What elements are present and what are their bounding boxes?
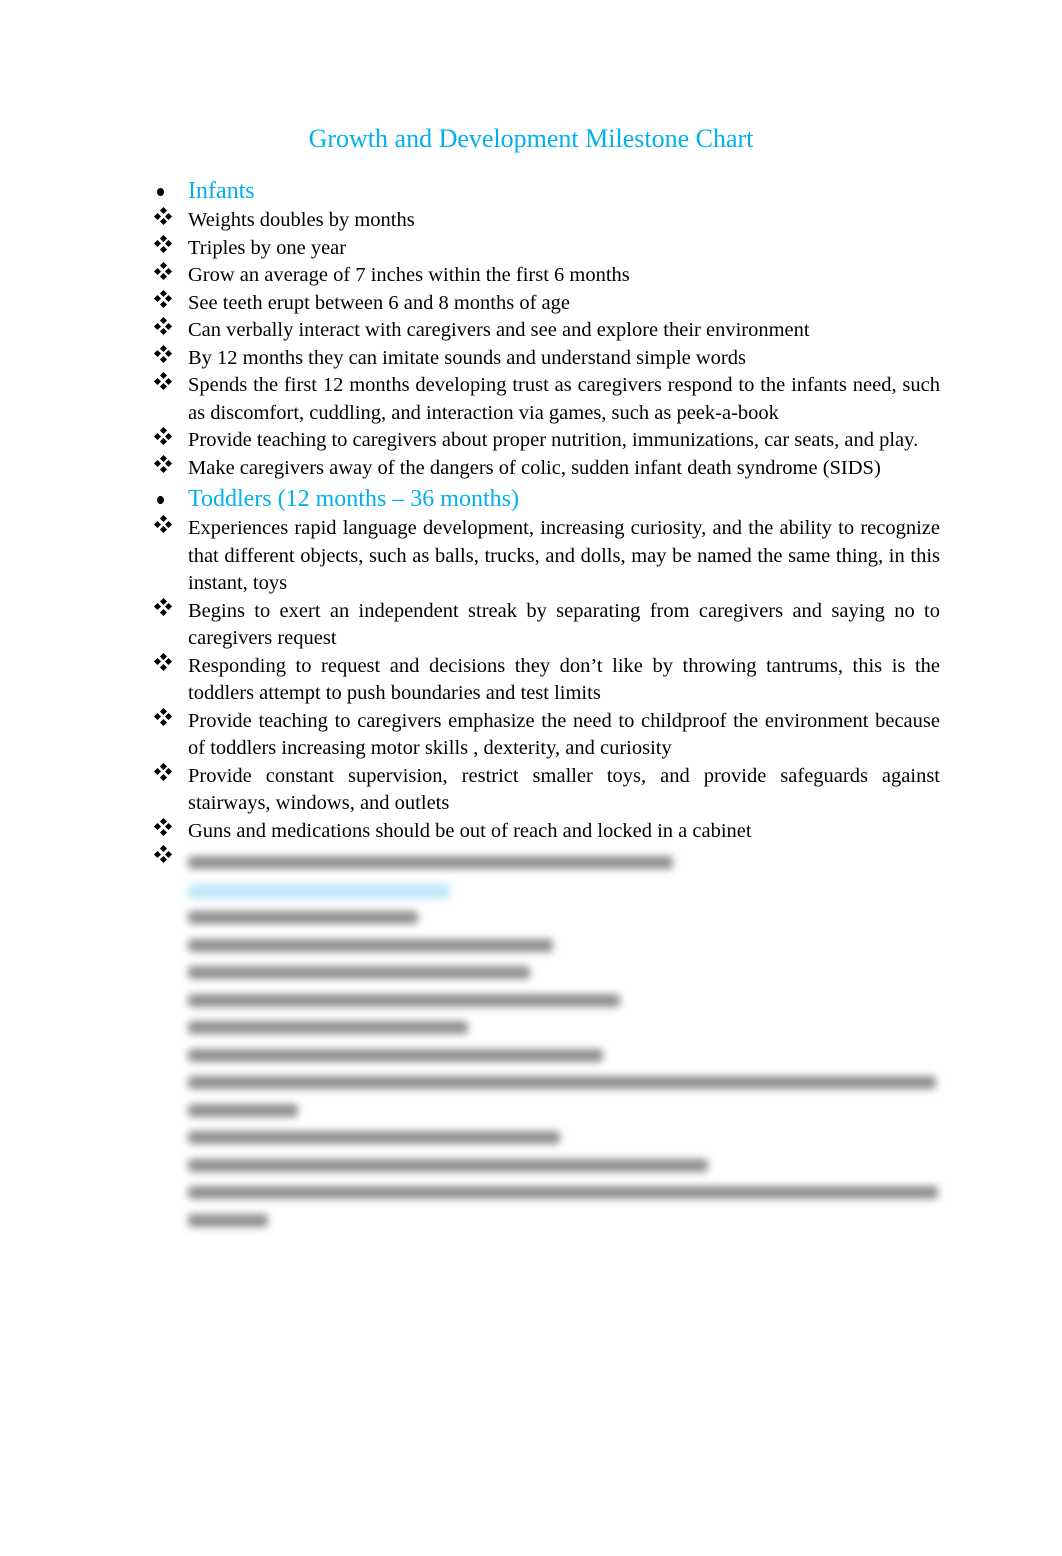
list-item-text: Grow an average of 7 inches within the f… bbox=[188, 264, 630, 286]
section-heading-label: Infants bbox=[188, 178, 255, 204]
diamond-bullet-icon bbox=[153, 454, 177, 483]
list-item-text: Responding to request and decisions they… bbox=[188, 654, 940, 705]
list-item: Provide teaching to caregivers about pro… bbox=[153, 426, 940, 455]
list-item: Provide teaching to caregivers emphasize… bbox=[153, 707, 940, 763]
blurred-line bbox=[155, 1206, 940, 1234]
section-heading-toddlers: Toddlers (12 months – 36 months) bbox=[155, 484, 940, 515]
bullet-dot-icon bbox=[157, 496, 164, 504]
document-page: Growth and Development Milestone Chart I… bbox=[0, 0, 1062, 1556]
blurred-line bbox=[155, 986, 940, 1014]
list-item-text: Triples by one year bbox=[188, 236, 347, 259]
diamond-bullet-icon bbox=[153, 817, 177, 846]
diamond-bullet-icon bbox=[153, 597, 177, 626]
list-item: Spends the first 12 months developing tr… bbox=[153, 371, 940, 427]
diamond-bullet-icon bbox=[153, 514, 177, 543]
diamond-bullet-icon bbox=[153, 316, 177, 345]
diamond-bullet-icon bbox=[153, 344, 177, 373]
list-item: Guns and medications should be out of re… bbox=[153, 817, 940, 846]
diamond-bullet-icon bbox=[153, 707, 177, 736]
document-title: Growth and Development Milestone Chart bbox=[308, 124, 754, 153]
list-item-text: Begins to exert an independent streak by… bbox=[188, 599, 940, 650]
list-item: Grow an average of 7 inches within the f… bbox=[153, 261, 940, 290]
list-item-text: Spends the first 12 months developing tr… bbox=[188, 374, 940, 424]
section-heading-infants: Infants bbox=[155, 176, 940, 207]
blurred-line bbox=[155, 1096, 940, 1124]
list-item: Triples by one year bbox=[153, 234, 940, 263]
blurred-line bbox=[155, 958, 940, 986]
diamond-bullet-icon bbox=[153, 371, 177, 400]
blurred-line bbox=[155, 903, 940, 931]
diamond-bullet-icon bbox=[153, 426, 177, 455]
blurred-content bbox=[155, 848, 940, 1233]
section-heading-label: Toddlers (12 months – 36 months) bbox=[188, 486, 519, 512]
list-item-text: Provide teaching to caregivers emphasize… bbox=[188, 709, 940, 760]
list-item: Responding to request and decisions they… bbox=[153, 652, 940, 708]
list-item-text: Provide teaching to caregivers about pro… bbox=[188, 429, 919, 451]
blurred-line bbox=[155, 1123, 940, 1151]
blurred-line bbox=[155, 1068, 940, 1096]
list-item-text: Experiences rapid language development, … bbox=[188, 517, 940, 594]
diamond-bullet-icon bbox=[153, 762, 177, 791]
list-item: Make caregivers away of the dangers of c… bbox=[153, 454, 940, 483]
list-item-text: Guns and medications should be out of re… bbox=[188, 819, 752, 842]
list-item: See teeth erupt between 6 and 8 months o… bbox=[153, 289, 940, 318]
blurred-line bbox=[155, 848, 940, 876]
diamond-bullet-icon bbox=[153, 261, 177, 290]
list-item: Provide constant supervision, restrict s… bbox=[153, 762, 940, 818]
diamond-bullet-icon bbox=[153, 234, 177, 263]
list-item-text: By 12 months they can imitate sounds and… bbox=[188, 346, 746, 369]
blurred-line bbox=[155, 1013, 940, 1041]
bullet-dot-icon bbox=[157, 188, 164, 196]
diamond-bullet-icon bbox=[153, 289, 177, 318]
list-item: By 12 months they can imitate sounds and… bbox=[153, 344, 940, 373]
list-item: Weights doubles by months bbox=[153, 206, 940, 235]
list-item-text: Make caregivers away of the dangers of c… bbox=[188, 456, 881, 479]
blurred-line bbox=[155, 1151, 940, 1179]
blurred-line bbox=[155, 1178, 940, 1206]
milestone-list: Infants Weights doubles by months Triple… bbox=[153, 174, 940, 846]
list-item-text: Can verbally interact with caregivers an… bbox=[188, 319, 810, 341]
list-item: Experiences rapid language development, … bbox=[153, 514, 940, 598]
blurred-line bbox=[155, 931, 940, 959]
list-item: Can verbally interact with caregivers an… bbox=[153, 316, 940, 345]
list-item-text: See teeth erupt between 6 and 8 months o… bbox=[188, 291, 570, 314]
diamond-bullet-icon bbox=[153, 206, 177, 235]
diamond-bullet-icon bbox=[153, 652, 177, 681]
blurred-line bbox=[155, 1041, 940, 1069]
list-item: Begins to exert an independent streak by… bbox=[153, 597, 940, 653]
list-item-text: Weights doubles by months bbox=[188, 209, 415, 231]
list-item-text: Provide constant supervision, restrict s… bbox=[188, 764, 940, 815]
blurred-heading bbox=[155, 876, 940, 904]
